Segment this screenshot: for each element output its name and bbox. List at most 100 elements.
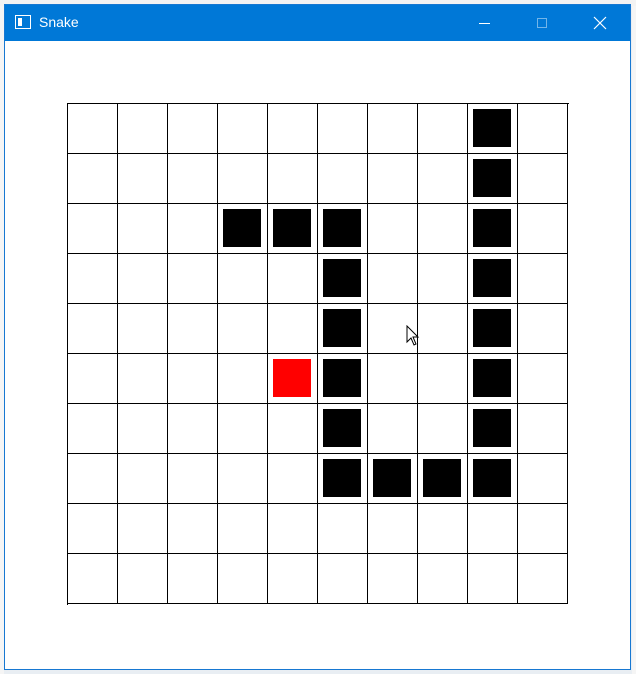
snake-segment xyxy=(473,159,511,197)
board-cell xyxy=(168,304,218,354)
board-cell xyxy=(418,104,468,154)
board-cell xyxy=(118,454,168,504)
background-right-strip xyxy=(632,6,636,674)
board-cell xyxy=(218,554,268,604)
board-cell xyxy=(418,304,468,354)
snake-segment xyxy=(323,359,361,397)
snake-window: Snake xyxy=(4,4,631,670)
board-cell xyxy=(168,504,218,554)
board-cell xyxy=(68,204,118,254)
board-cell xyxy=(468,304,518,354)
board-cell xyxy=(268,404,318,454)
board-cell xyxy=(218,354,268,404)
board-cell xyxy=(468,454,518,504)
board-cell xyxy=(168,104,218,154)
board-cell xyxy=(318,504,368,554)
board-cell xyxy=(68,404,118,454)
minimize-button[interactable] xyxy=(461,5,507,41)
board-cell xyxy=(68,254,118,304)
board-cell xyxy=(418,154,468,204)
board-cell xyxy=(418,254,468,304)
board-cell xyxy=(368,554,418,604)
game-board[interactable] xyxy=(67,103,569,605)
board-cell xyxy=(68,154,118,204)
board-cell xyxy=(368,404,418,454)
board-cell xyxy=(318,354,368,404)
window-app-icon[interactable] xyxy=(15,15,31,29)
snake-segment xyxy=(473,209,511,247)
board-cell xyxy=(268,104,318,154)
board-cell xyxy=(218,304,268,354)
board-cell xyxy=(218,504,268,554)
board-cell xyxy=(118,204,168,254)
board-cell xyxy=(218,104,268,154)
board-cell xyxy=(368,154,418,204)
board-cell xyxy=(468,404,518,454)
board-cell xyxy=(368,254,418,304)
board-cell xyxy=(268,304,318,354)
snake-segment xyxy=(273,209,311,247)
board-cell xyxy=(218,404,268,454)
mouse-cursor-icon xyxy=(406,325,420,346)
board-cell xyxy=(318,254,368,304)
board-cell xyxy=(118,554,168,604)
board-cell xyxy=(118,154,168,204)
snake-segment xyxy=(473,309,511,347)
snake-segment xyxy=(323,209,361,247)
board-cell xyxy=(218,154,268,204)
board-cell xyxy=(368,504,418,554)
window-title: Snake xyxy=(39,14,79,30)
board-cell xyxy=(368,204,418,254)
board-cell xyxy=(368,454,418,504)
board-cell xyxy=(268,204,318,254)
minimize-icon xyxy=(478,22,490,24)
board-cell xyxy=(68,104,118,154)
board-cell xyxy=(268,254,318,304)
snake-segment xyxy=(473,409,511,447)
title-bar[interactable]: Snake xyxy=(5,5,630,41)
board-cell xyxy=(418,554,468,604)
close-button[interactable] xyxy=(577,5,623,41)
board-cell xyxy=(318,554,368,604)
snake-segment xyxy=(423,459,461,497)
board-cell xyxy=(268,454,318,504)
board-cell xyxy=(268,554,318,604)
snake-segment xyxy=(373,459,411,497)
board-cell xyxy=(318,154,368,204)
board-cell xyxy=(218,454,268,504)
board-cell xyxy=(418,454,468,504)
board-cell xyxy=(268,504,318,554)
board-cell xyxy=(518,504,568,554)
board-cell xyxy=(468,504,518,554)
board-cell xyxy=(518,454,568,504)
board-cell xyxy=(68,354,118,404)
board-cell xyxy=(518,354,568,404)
maximize-icon xyxy=(537,18,547,28)
close-icon xyxy=(593,16,607,30)
board-cell xyxy=(168,154,218,204)
snake-segment xyxy=(473,109,511,147)
snake-segment xyxy=(473,359,511,397)
snake-segment xyxy=(223,209,261,247)
board-cell xyxy=(518,554,568,604)
board-cell xyxy=(118,254,168,304)
board-cell xyxy=(468,204,518,254)
board-cell xyxy=(518,154,568,204)
snake-segment xyxy=(473,459,511,497)
board-cell xyxy=(168,554,218,604)
board-cell xyxy=(518,204,568,254)
board-cell xyxy=(468,254,518,304)
maximize-button[interactable] xyxy=(519,5,565,41)
board-cell xyxy=(168,404,218,454)
board-cell xyxy=(218,204,268,254)
board-cell xyxy=(418,354,468,404)
board-cell xyxy=(118,104,168,154)
board-cell xyxy=(468,104,518,154)
board-cell xyxy=(168,354,218,404)
board-cell xyxy=(118,354,168,404)
board-cell xyxy=(318,204,368,254)
board-cell xyxy=(518,304,568,354)
board-cell xyxy=(268,154,318,204)
board-cell xyxy=(468,154,518,204)
board-cell xyxy=(318,404,368,454)
